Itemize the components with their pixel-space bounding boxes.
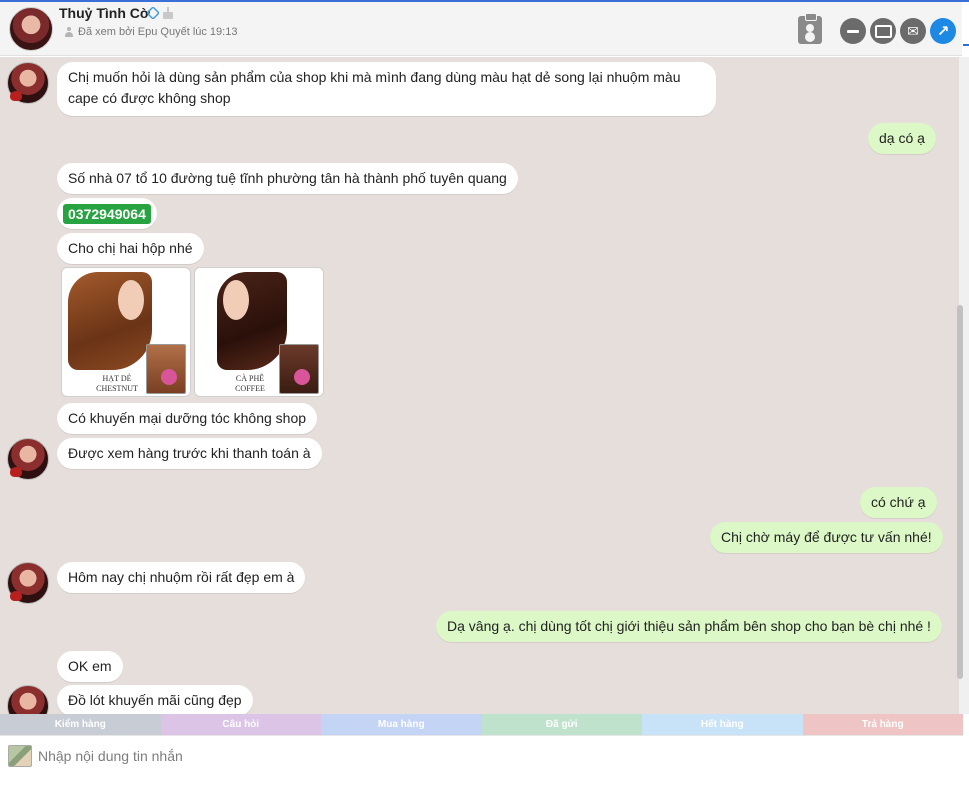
minimize-button[interactable] [840, 18, 866, 44]
open-external-button[interactable] [930, 18, 956, 44]
message-input[interactable] [38, 742, 938, 770]
product-photo[interactable]: HẠT DẺ CHESTNUT [61, 267, 191, 397]
chat-header: Thuỷ Tình Cờ Đã xem bởi Epu Quyết lúc 19… [0, 2, 962, 56]
photo-caption: CÀ PHÊ COFFEE [215, 374, 285, 394]
sender-avatar[interactable] [7, 438, 49, 480]
tag-het-hang[interactable]: Hết hàng [642, 714, 803, 735]
message-bubble-in[interactable]: Cho chị hai hộp nhé [57, 233, 204, 264]
message-composer [0, 735, 963, 793]
mail-button[interactable] [900, 18, 926, 44]
message-bubble-out[interactable]: dạ có ạ [868, 123, 936, 154]
message-bubble-in[interactable]: Có khuyến mại dưỡng tóc không shop [57, 403, 318, 434]
contact-avatar[interactable] [9, 7, 53, 51]
message-bubble-out[interactable]: Dạ vâng ạ. chị dùng tốt chị giới thiệu s… [436, 611, 942, 642]
message-bubble-out[interactable]: có chứ ạ [860, 487, 937, 518]
tag-cau-hoi[interactable]: Câu hỏi [160, 714, 321, 735]
seen-status: Đã xem bởi Epu Quyết lúc 19:13 [64, 26, 237, 38]
seen-status-text: Đã xem bởi Epu Quyết lúc 19:13 [78, 26, 238, 38]
message-bubble-in[interactable]: Chị muốn hỏi là dùng sản phẩm của shop k… [57, 62, 716, 116]
message-bubble-in[interactable]: Số nhà 07 tổ 10 đường tuệ tĩnh phường tâ… [57, 163, 518, 194]
tag-tra-hang[interactable]: Trả hàng [802, 714, 963, 735]
message-bubble-in[interactable]: Hôm nay chị nhuộm rồi rất đẹp em à [57, 562, 306, 593]
message-bubble-out[interactable]: Chị chờ máy để được tư vấn nhé! [710, 522, 943, 553]
header-accent [963, 44, 969, 46]
message-bubble-in[interactable]: OK em [57, 651, 123, 682]
phone-number-tag[interactable]: 0372949064 [63, 203, 151, 224]
sender-avatar[interactable] [7, 685, 49, 714]
birthday-icon [162, 7, 174, 19]
image-attach-icon[interactable] [8, 745, 32, 767]
photo-product-box [146, 344, 186, 394]
message-bubble-in[interactable]: 0372949064 [57, 198, 157, 229]
sender-avatar[interactable] [7, 562, 49, 604]
tag-da-gui[interactable]: Đã gửi [481, 714, 642, 735]
product-photo[interactable]: CÀ PHÊ COFFEE [194, 267, 324, 397]
message-bubble-in[interactable]: Được xem hàng trước khi thanh toán à [57, 438, 322, 469]
photo-caption-line: COFFEE [235, 384, 265, 393]
photo-caption-line: CÀ PHÊ [235, 374, 265, 383]
photo-caption: HẠT DẺ CHESTNUT [82, 374, 152, 394]
photo-product-box [279, 344, 319, 394]
photo-caption-line: HẠT DẺ [102, 374, 132, 383]
message-bubble-in[interactable]: Đồ lót khuyến mãi cũng đẹp [57, 685, 253, 714]
clipboard-icon[interactable] [798, 13, 822, 44]
photo-face [223, 280, 249, 320]
contact-name[interactable]: Thuỷ Tình Cờ [59, 5, 150, 21]
photo-caption-line: CHESTNUT [96, 384, 138, 393]
sender-avatar[interactable] [7, 62, 49, 104]
quick-tag-bar: Kiểm hàng Câu hỏi Mua hàng Đã gửi Hết hà… [0, 714, 963, 735]
photo-face [118, 280, 144, 320]
tag-mua-hang[interactable]: Mua hàng [321, 714, 482, 735]
person-icon [64, 27, 74, 37]
inbox-button[interactable] [870, 18, 896, 44]
tag-kiem-hang[interactable]: Kiểm hàng [0, 714, 161, 735]
scrollbar-thumb[interactable] [957, 305, 963, 679]
